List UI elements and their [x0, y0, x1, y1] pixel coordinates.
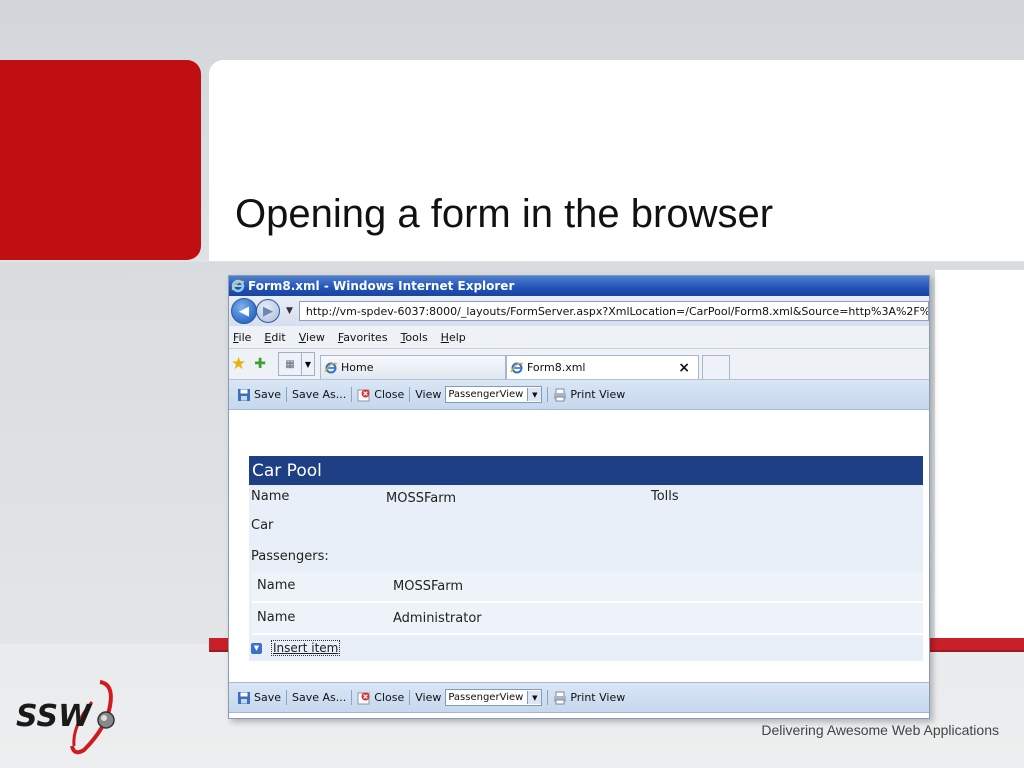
view-select[interactable]: PassengerView ▼	[445, 689, 543, 706]
passengers-row: Passengers:	[249, 545, 923, 571]
browser-window-title: Form8.xml - Windows Internet Explorer	[248, 279, 515, 293]
red-accent-block	[0, 60, 201, 260]
name-row: Name MOSSFarm Tolls	[249, 485, 923, 513]
back-button[interactable]: ◀	[231, 298, 257, 324]
toolbar-separator	[351, 387, 353, 402]
printer-icon	[554, 691, 567, 704]
new-tab-button[interactable]	[701, 355, 730, 379]
toolbar-separator	[351, 690, 353, 705]
save-button[interactable]: Save	[254, 388, 281, 401]
tolls-label: Tolls	[651, 489, 679, 504]
tab-home[interactable]: Home	[319, 355, 506, 379]
close-form-icon	[357, 389, 370, 401]
ie-page-icon	[324, 362, 338, 373]
view-label: View	[415, 388, 442, 401]
slide-title: Opening a form in the browser	[235, 192, 774, 236]
close-tab-icon[interactable]: ×	[678, 360, 690, 376]
slide-tagline: Delivering Awesome Web Applications	[761, 722, 999, 738]
ssw-logo: SSW	[16, 680, 115, 755]
address-bar-row: ◀ ▶ ▼ http://vm-spdev-6037:8000/_layouts…	[229, 296, 929, 326]
form-toolbar-top: Save Save As... Close View PassengerView…	[229, 380, 929, 410]
forward-button[interactable]: ▶	[256, 299, 280, 323]
menu-view[interactable]: View	[299, 331, 325, 344]
menu-favorites[interactable]: Favorites	[338, 331, 388, 344]
menu-tools[interactable]: Tools	[401, 331, 428, 344]
insert-item-link[interactable]: Insert item	[271, 640, 341, 656]
name-value[interactable]: MOSSFarm	[386, 491, 456, 506]
tab-list-dropdown[interactable]: ▼	[301, 352, 315, 376]
tab-home-label: Home	[340, 361, 374, 374]
printer-icon	[554, 388, 567, 401]
form-title: Car Pool	[249, 456, 923, 485]
toolbar-separator	[409, 387, 411, 402]
menu-edit[interactable]: Edit	[264, 331, 285, 344]
forward-arrow-icon: ▶	[263, 303, 273, 319]
browser-title-bar: Form8.xml - Windows Internet Explorer	[229, 276, 929, 296]
insert-item-row: ▼ Insert item	[249, 635, 923, 661]
view-select-value: PassengerView	[448, 389, 524, 400]
close-button[interactable]: Close	[374, 691, 404, 704]
view-select[interactable]: PassengerView ▼	[445, 386, 543, 403]
toolbar-separator	[547, 387, 549, 402]
add-favorite-icon[interactable]: ✚	[254, 356, 266, 372]
chevron-down-icon: ▼	[527, 388, 542, 401]
form-canvas: Car Pool Name MOSSFarm Tolls Car Passeng…	[229, 420, 929, 682]
insert-arrow-icon[interactable]: ▼	[251, 642, 262, 654]
ie-logo-icon	[231, 279, 245, 293]
menu-bar: File Edit View Favorites Tools Help	[229, 326, 929, 349]
toolbar-separator	[547, 690, 549, 705]
menu-file[interactable]: File	[233, 331, 251, 344]
form-toolbar-bottom: Save Save As... Close View PassengerView…	[229, 682, 929, 713]
browser-window: Form8.xml - Windows Internet Explorer ◀ …	[228, 275, 930, 719]
passenger-row: Name Administrator	[252, 603, 923, 635]
menu-help[interactable]: Help	[441, 331, 466, 344]
name-label: Name	[251, 489, 290, 504]
view-label: View	[415, 691, 442, 704]
close-button[interactable]: Close	[374, 388, 404, 401]
tab-bar: ★ ✚ ▦ ▼ Home Form8.xml ×	[229, 349, 929, 380]
print-view-button[interactable]: Print View	[570, 691, 625, 704]
address-url: http://vm-spdev-6037:8000/_layouts/FormS…	[305, 304, 929, 318]
car-row: Car	[249, 513, 923, 545]
save-disk-icon	[238, 691, 250, 704]
view-select-value: PassengerView	[448, 692, 524, 703]
ie-page-icon	[510, 362, 524, 373]
passenger-name-label: Name	[257, 610, 296, 625]
address-input[interactable]: http://vm-spdev-6037:8000/_layouts/FormS…	[298, 301, 929, 321]
save-button[interactable]: Save	[254, 691, 281, 704]
tab-form8-label: Form8.xml	[526, 361, 586, 374]
car-label: Car	[251, 518, 274, 533]
save-as-button[interactable]: Save As...	[292, 691, 346, 704]
chevron-down-icon: ▼	[527, 691, 542, 704]
logo-text: SSW	[16, 699, 93, 734]
save-as-button[interactable]: Save As...	[292, 388, 346, 401]
toolbar-separator	[286, 387, 288, 402]
print-view-button[interactable]: Print View	[570, 388, 625, 401]
tab-form8[interactable]: Form8.xml ×	[505, 355, 699, 379]
favorites-star-icon[interactable]: ★	[231, 354, 246, 374]
quick-tabs-button[interactable]: ▦	[277, 352, 302, 376]
history-dropdown-icon[interactable]: ▼	[286, 306, 293, 316]
passengers-label: Passengers:	[251, 549, 329, 564]
close-form-icon	[357, 692, 370, 704]
passenger-name-value[interactable]: Administrator	[393, 611, 482, 626]
back-arrow-icon: ◀	[239, 303, 249, 319]
form-body: Name MOSSFarm Tolls Car Passengers: Name…	[249, 485, 923, 661]
car-pool-form: Car Pool Name MOSSFarm Tolls Car Passeng…	[249, 456, 923, 661]
passenger-row: Name MOSSFarm	[252, 571, 923, 603]
save-disk-icon	[238, 388, 250, 401]
quick-tabs-icon: ▦	[285, 358, 295, 370]
content-band-right	[935, 270, 1024, 638]
toolbar-separator	[286, 690, 288, 705]
passenger-name-label: Name	[257, 578, 296, 593]
passenger-name-value[interactable]: MOSSFarm	[393, 579, 463, 594]
toolbar-separator	[409, 690, 411, 705]
